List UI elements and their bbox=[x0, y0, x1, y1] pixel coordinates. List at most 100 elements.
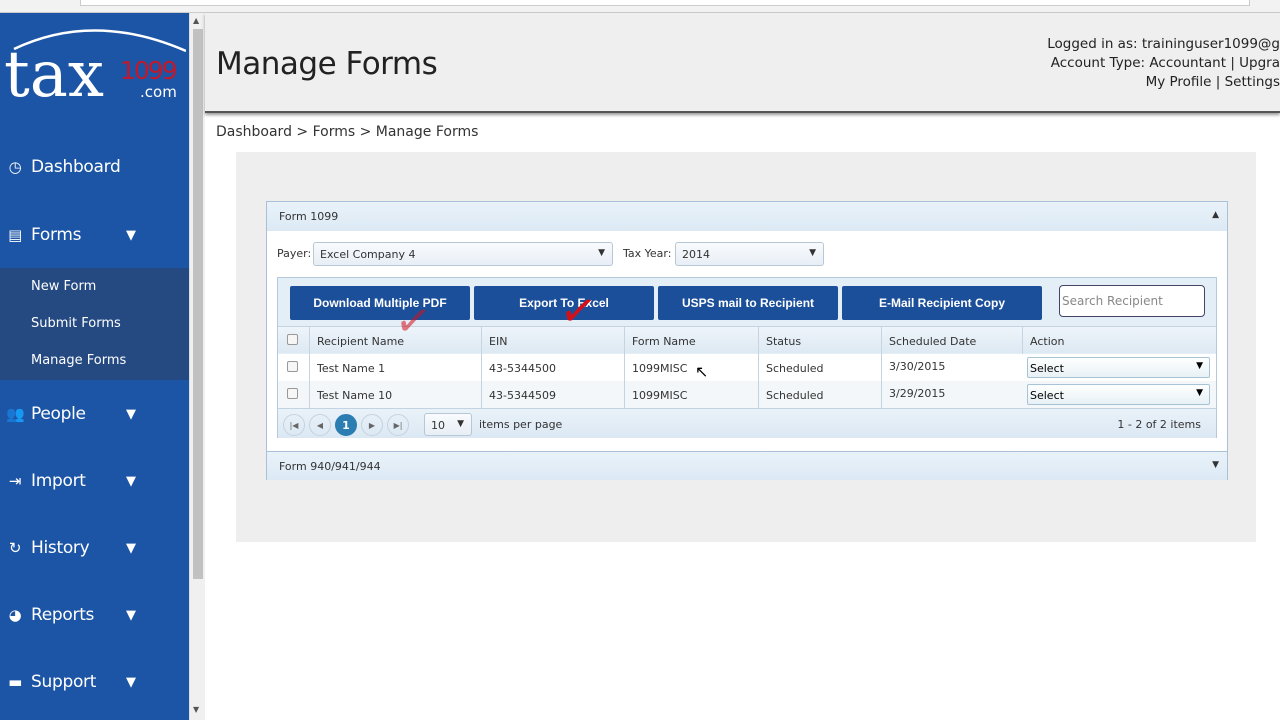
sidebar-item-label: People bbox=[31, 404, 86, 424]
page-size-select[interactable]: 10 ▼ bbox=[424, 413, 472, 436]
status: Scheduled bbox=[758, 354, 831, 381]
page-title: Manage Forms bbox=[216, 46, 438, 82]
sidebar-scrollbar[interactable]: ▲ ▼ bbox=[189, 13, 205, 720]
scheduled-date[interactable]: 3/29/2015 bbox=[881, 381, 952, 408]
support-icon: ▬ bbox=[8, 673, 22, 691]
sidebar-item-label: Import bbox=[31, 471, 86, 491]
payer-label: Payer: bbox=[277, 247, 312, 260]
recipient-name: Test Name 10 bbox=[309, 381, 399, 408]
mouse-cursor-icon: ↖ bbox=[695, 362, 709, 381]
first-page-icon[interactable]: |◀ bbox=[283, 414, 305, 436]
row-checkbox[interactable] bbox=[287, 361, 298, 372]
expand-icon[interactable]: ▼ bbox=[1212, 460, 1219, 470]
form-name: 1099MISC bbox=[624, 381, 694, 408]
svg-text:tax: tax bbox=[4, 38, 104, 101]
column-header[interactable]: Status bbox=[758, 327, 808, 354]
reports-icon: ◕ bbox=[8, 606, 22, 624]
checkmark-annotation: ✓ bbox=[391, 293, 436, 350]
browser-chrome bbox=[0, 0, 1280, 13]
tax-year-select[interactable]: 2014 ▼ bbox=[675, 242, 824, 266]
chevron-down-icon: ▼ bbox=[126, 406, 136, 422]
dropdown-arrow-icon: ▼ bbox=[1196, 388, 1203, 398]
table-row[interactable]: Test Name 1 43-5344500 1099MISC Schedule… bbox=[278, 354, 1216, 381]
sidebar-item-label: Reports bbox=[31, 605, 95, 625]
ein: 43-5344500 bbox=[481, 354, 563, 381]
form1099-header[interactable]: Form 1099 ▲ bbox=[267, 202, 1227, 231]
submenu-new-form[interactable]: New Form bbox=[31, 279, 96, 294]
current-page[interactable]: 1 bbox=[335, 414, 357, 436]
search-recipient-input[interactable]: Search Recipient bbox=[1059, 285, 1205, 317]
collapse-icon[interactable]: ▲ bbox=[1212, 210, 1219, 220]
dropdown-arrow-icon: ▼ bbox=[1196, 361, 1203, 371]
sidebar-item-support[interactable]: ▬ Support ▼ bbox=[0, 662, 189, 702]
column-header[interactable]: Action bbox=[1022, 327, 1071, 354]
history-icon: ↻ bbox=[8, 539, 22, 557]
profile-settings-links[interactable]: My Profile | Settings bbox=[1047, 73, 1280, 92]
checkmark-annotation: ✓ bbox=[556, 283, 601, 340]
scrollbar-thumb[interactable] bbox=[193, 29, 203, 579]
forms-submenu: New Form Submit Forms Manage Forms bbox=[0, 268, 189, 380]
user-info: Logged in as: traininguser1099@g Account… bbox=[1047, 35, 1280, 92]
address-bar[interactable] bbox=[80, 0, 1250, 6]
tax-year-label: Tax Year: bbox=[623, 247, 672, 260]
sidebar-item-label: Support bbox=[31, 672, 97, 692]
dropdown-arrow-icon: ▼ bbox=[457, 419, 464, 429]
logged-in-text: Logged in as: traininguser1099@g bbox=[1047, 36, 1280, 52]
pager: |◀ ◀ 1 ▶ ▶| 10 ▼ items per page 1 - 2 of … bbox=[278, 408, 1216, 438]
row-checkbox[interactable] bbox=[287, 388, 298, 399]
chevron-down-icon: ▼ bbox=[126, 473, 136, 489]
table-row[interactable]: Test Name 10 43-5344509 1099MISC Schedul… bbox=[278, 381, 1216, 408]
prev-page-icon[interactable]: ◀ bbox=[309, 414, 331, 436]
dashboard-icon: ◷ bbox=[8, 158, 22, 176]
dropdown-arrow-icon: ▼ bbox=[809, 248, 816, 258]
breadcrumb[interactable]: Dashboard > Forms > Manage Forms bbox=[216, 124, 478, 140]
items-per-page-label: items per page bbox=[479, 418, 563, 431]
logo[interactable]: tax 1099 .com bbox=[4, 21, 187, 112]
sidebar: tax 1099 .com ◷ Dashboard ▤ Forms ▼ New For… bbox=[0, 13, 189, 720]
import-icon: ⇥ bbox=[8, 472, 22, 490]
sidebar-item-label: Dashboard bbox=[31, 157, 121, 177]
sidebar-item-people[interactable]: 👥 People ▼ bbox=[0, 394, 189, 434]
submenu-manage-forms[interactable]: Manage Forms bbox=[31, 353, 126, 368]
action-select[interactable]: Select ▼ bbox=[1027, 357, 1210, 378]
chevron-down-icon: ▼ bbox=[126, 227, 136, 243]
status: Scheduled bbox=[758, 381, 831, 408]
form940-title: Form 940/941/944 bbox=[279, 460, 381, 473]
column-header[interactable]: Scheduled Date bbox=[881, 327, 983, 354]
email-recipient-copy-button[interactable]: E-Mail Recipient Copy bbox=[842, 286, 1042, 320]
ein: 43-5344509 bbox=[481, 381, 563, 408]
action-select[interactable]: Select ▼ bbox=[1027, 384, 1210, 405]
chevron-down-icon: ▼ bbox=[126, 674, 136, 690]
chevron-down-icon: ▼ bbox=[126, 607, 136, 623]
last-page-icon[interactable]: ▶| bbox=[387, 414, 409, 436]
forms-icon: ▤ bbox=[8, 226, 22, 244]
form940-header[interactable]: Form 940/941/944 ▼ bbox=[267, 451, 1227, 480]
svg-text:1099: 1099 bbox=[120, 56, 177, 85]
page-header: Manage Forms Logged in as: traininguser1… bbox=[205, 13, 1280, 113]
form1099-title: Form 1099 bbox=[279, 210, 339, 223]
download-multiple-pdf-button[interactable]: Download Multiple PDF bbox=[290, 286, 470, 320]
scheduled-date[interactable]: 3/30/2015 bbox=[881, 354, 952, 381]
sidebar-item-dashboard[interactable]: ◷ Dashboard bbox=[0, 147, 189, 187]
column-header[interactable]: Form Name bbox=[624, 327, 703, 354]
scroll-up-icon[interactable]: ▲ bbox=[193, 16, 199, 25]
account-type-text[interactable]: Account Type: Accountant | Upgra bbox=[1047, 54, 1280, 73]
people-icon: 👥 bbox=[6, 405, 25, 423]
recipient-name: Test Name 1 bbox=[309, 354, 392, 381]
scroll-down-icon[interactable]: ▼ bbox=[193, 705, 199, 714]
usps-mail-button[interactable]: USPS mail to Recipient bbox=[658, 286, 838, 320]
sidebar-item-import[interactable]: ⇥ Import ▼ bbox=[0, 461, 189, 501]
next-page-icon[interactable]: ▶ bbox=[361, 414, 383, 436]
pager-summary: 1 - 2 of 2 items bbox=[1117, 418, 1201, 431]
sidebar-item-reports[interactable]: ◕ Reports ▼ bbox=[0, 595, 189, 635]
select-all-checkbox[interactable] bbox=[287, 334, 298, 345]
submenu-submit-forms[interactable]: Submit Forms bbox=[31, 316, 121, 331]
form-name: 1099MISC bbox=[624, 354, 694, 381]
sidebar-item-forms[interactable]: ▤ Forms ▼ bbox=[0, 215, 189, 255]
column-header[interactable]: EIN bbox=[481, 327, 514, 354]
payer-select[interactable]: Excel Company 4 ▼ bbox=[313, 242, 613, 266]
sidebar-item-history[interactable]: ↻ History ▼ bbox=[0, 528, 189, 568]
dropdown-arrow-icon: ▼ bbox=[598, 248, 605, 258]
sidebar-item-label: Forms bbox=[31, 225, 82, 245]
svg-text:.com: .com bbox=[140, 83, 177, 101]
